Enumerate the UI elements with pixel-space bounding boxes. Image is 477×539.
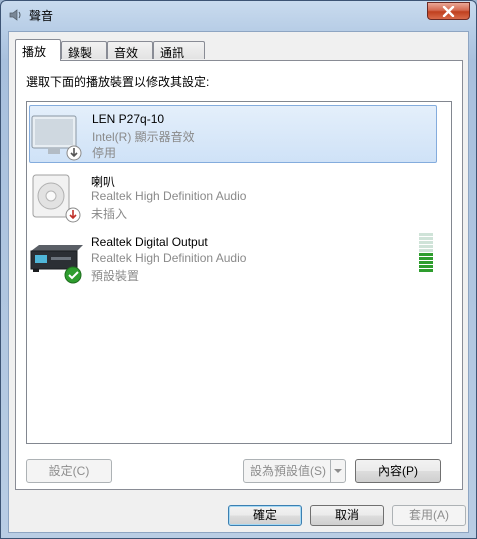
speaker-title-icon <box>9 8 23 22</box>
device-item-speakers[interactable]: 喇叭 Realtek High Definition Audio 未插入 <box>29 167 437 225</box>
meter-segment-unlit <box>419 241 433 244</box>
chevron-down-icon[interactable] <box>330 460 345 482</box>
meter-segment-unlit <box>419 249 433 252</box>
tab-sounds[interactable]: 音效 <box>107 41 153 60</box>
device-status: 未插入 <box>91 207 128 221</box>
apply-button[interactable]: 套用(A) <box>392 505 466 526</box>
device-description: Intel(R) 顯示器音效 <box>92 130 195 144</box>
speaker-icon <box>29 171 85 223</box>
tab-recording[interactable]: 錄製 <box>61 41 107 60</box>
meter-segment-lit <box>419 253 433 256</box>
sound-dialog: 聲音 播放 錄製 音效 通訊 選取下面的播放裝置以修改其設定: LEN P27q… <box>0 0 477 539</box>
tab-communications[interactable]: 通訊 <box>153 41 205 60</box>
digital-output-icon <box>29 233 85 285</box>
instruction-text: 選取下面的播放裝置以修改其設定: <box>26 75 210 89</box>
device-list[interactable]: LEN P27q-10 Intel(R) 顯示器音效 停用 喇叭 Realtek… <box>26 101 452 444</box>
close-button[interactable] <box>427 2 470 20</box>
window-title: 聲音 <box>29 9 54 23</box>
device-name: LEN P27q-10 <box>92 112 165 126</box>
device-item-digital-output[interactable]: Realtek Digital Output Realtek High Defi… <box>29 229 437 287</box>
cancel-button[interactable]: 取消 <box>310 505 384 526</box>
title-bar[interactable]: 聲音 <box>1 1 476 29</box>
set-default-split-button[interactable]: 設為預設值(S) <box>243 459 346 483</box>
device-description: Realtek High Definition Audio <box>91 189 247 203</box>
configure-button[interactable]: 設定(C) <box>26 459 112 483</box>
tab-playback[interactable]: 播放 <box>15 39 61 61</box>
properties-button[interactable]: 內容(P) <box>355 459 441 483</box>
device-status: 預設裝置 <box>91 269 140 283</box>
monitor-speaker-icon <box>30 110 86 162</box>
device-status: 停用 <box>92 146 117 160</box>
meter-segment-unlit <box>419 245 433 248</box>
device-name: 喇叭 <box>91 175 116 189</box>
set-default-label: 設為預設值(S) <box>250 464 326 478</box>
meter-segment-lit <box>419 257 433 260</box>
ok-button[interactable]: 確定 <box>228 505 302 526</box>
meter-segment-unlit <box>419 237 433 240</box>
device-name: Realtek Digital Output <box>91 235 208 249</box>
device-item-len-monitor[interactable]: LEN P27q-10 Intel(R) 顯示器音效 停用 <box>29 105 437 163</box>
meter-segment-lit <box>419 265 433 268</box>
meter-segment-unlit <box>419 233 433 236</box>
device-description: Realtek High Definition Audio <box>91 251 247 265</box>
playback-panel: 選取下面的播放裝置以修改其設定: LEN P27q-10 Intel(R) 顯示… <box>15 60 463 490</box>
meter-segment-lit <box>419 269 433 272</box>
volume-level-meter <box>419 233 433 273</box>
close-icon <box>442 6 455 17</box>
dialog-body: 播放 錄製 音效 通訊 選取下面的播放裝置以修改其設定: LEN P27q-10… <box>8 31 469 533</box>
meter-segment-lit <box>419 261 433 264</box>
